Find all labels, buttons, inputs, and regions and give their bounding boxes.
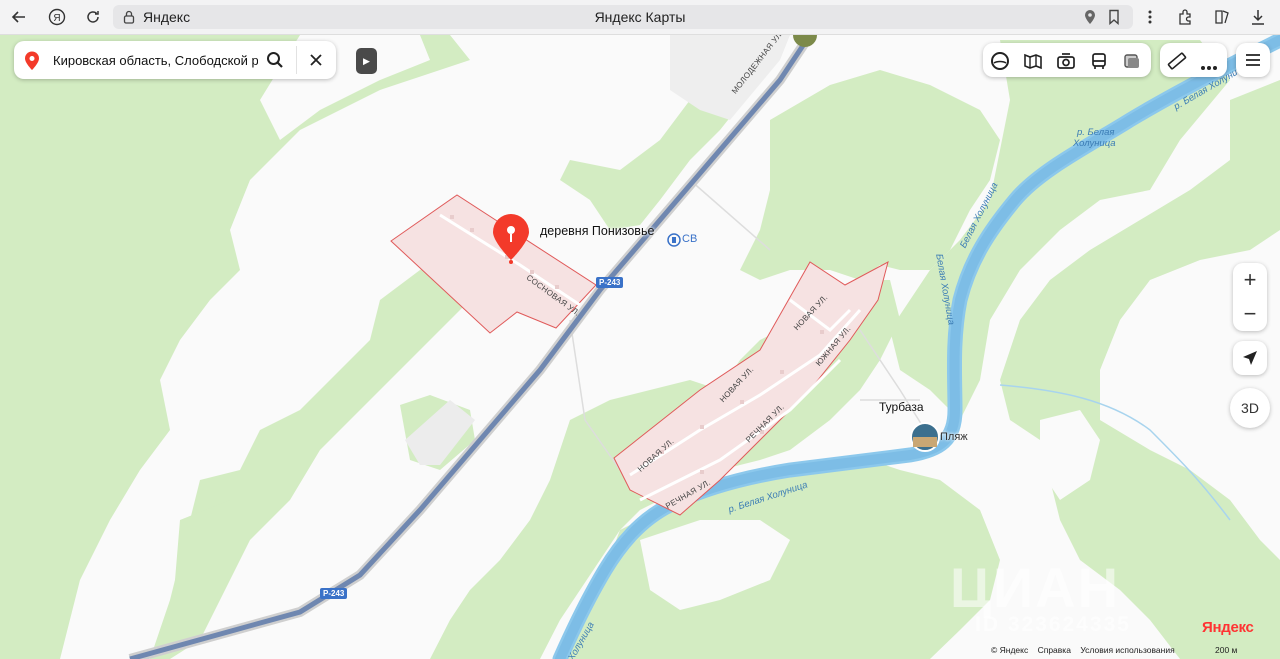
download-icon[interactable] — [1246, 5, 1270, 29]
help-link[interactable]: Справка — [1038, 645, 1071, 655]
map-canvas[interactable]: деревня Понизовье СВ Турбаза Пляж Р-243 … — [0, 35, 1280, 659]
more-horizontal-icon[interactable] — [1200, 58, 1218, 76]
location-pin-icon[interactable] — [1078, 5, 1102, 29]
beach-label[interactable]: Пляж — [940, 431, 968, 443]
collections-icon[interactable] — [1210, 5, 1234, 29]
photo-icon[interactable] — [1056, 51, 1076, 76]
river-label: Холуница — [1073, 138, 1116, 149]
close-icon[interactable] — [309, 53, 323, 72]
bookmark-icon[interactable] — [1102, 5, 1126, 29]
3d-button[interactable]: 3D — [1230, 388, 1270, 428]
panorama-icon[interactable] — [990, 51, 1010, 76]
copyright-text[interactable]: © Яндекс — [991, 645, 1028, 655]
search-icon[interactable] — [266, 51, 284, 74]
reload-icon[interactable] — [81, 5, 105, 29]
fuel-station-label[interactable]: СВ — [682, 233, 697, 245]
search-input[interactable]: Кировская область, Слободской рай — [53, 53, 258, 68]
search-separator — [296, 46, 297, 74]
watermark-id: ID 323624335 — [975, 613, 1131, 636]
hamburger-icon — [1246, 54, 1260, 66]
village-label[interactable]: деревня Понизовье — [540, 224, 654, 238]
road-badge: Р-243 — [320, 588, 348, 599]
zoom-control: + − — [1233, 263, 1267, 331]
location-marker-icon — [24, 51, 40, 76]
yandex-browser-icon[interactable]: Я — [45, 5, 69, 29]
extensions-icon[interactable] — [1174, 5, 1198, 29]
yandex-logo[interactable]: Яндекс — [1202, 619, 1254, 636]
my-location-button[interactable] — [1233, 341, 1267, 375]
browser-toolbar: Я Яндекс Яндекс Карты — [0, 0, 1280, 35]
terms-link[interactable]: Условия использования — [1080, 645, 1174, 655]
zoom-out-button[interactable]: − — [1233, 297, 1267, 331]
road-badge: Р-243 — [596, 277, 624, 288]
attribution: © Яндекс Справка Условия использования — [991, 645, 1182, 655]
menu-button[interactable] — [1236, 43, 1270, 77]
traffic-layer-icon[interactable] — [1122, 51, 1142, 76]
address-host[interactable]: Яндекс — [143, 9, 190, 25]
back-icon[interactable] — [7, 5, 31, 29]
turbaza-label[interactable]: Турбаза — [879, 400, 924, 414]
collapse-panel-button[interactable]: ▶ — [356, 48, 377, 74]
svg-text:Я: Я — [53, 13, 60, 24]
map-layers-icon[interactable] — [1023, 51, 1043, 76]
more-vertical-icon[interactable] — [1138, 5, 1162, 29]
page-title: Яндекс Карты — [594, 9, 686, 25]
transport-icon[interactable] — [1089, 51, 1109, 76]
watermark: ЦИАН — [950, 556, 1121, 619]
navigation-arrow-icon — [1243, 351, 1257, 365]
ruler-icon[interactable] — [1167, 51, 1187, 76]
zoom-in-button[interactable]: + — [1233, 263, 1267, 297]
scale-bar: 200 м — [1215, 645, 1238, 655]
lock-icon — [117, 5, 141, 29]
river-label: р. Белая — [1077, 127, 1115, 138]
